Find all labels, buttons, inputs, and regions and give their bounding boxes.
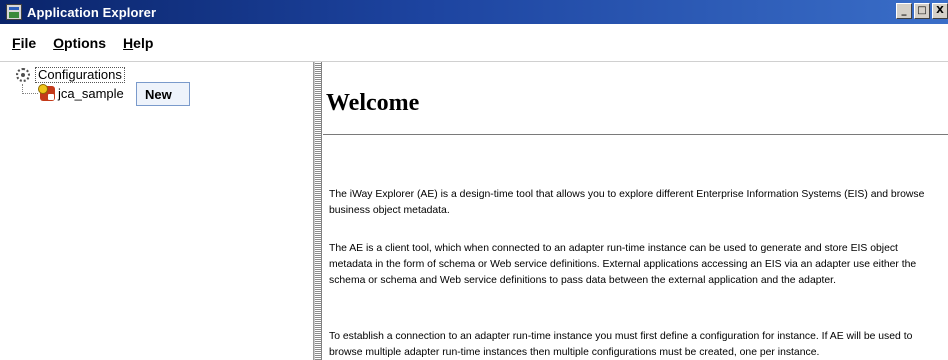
pane-splitter[interactable] [314,62,322,360]
tree-node-configurations[interactable]: Configurations [16,66,125,84]
welcome-heading: Welcome [326,90,420,116]
menu-file[interactable]: File [12,35,36,51]
context-menu: New [136,82,190,106]
welcome-pane: Welcome The iWay Explorer (AE) is a desi… [323,62,948,360]
maximize-button[interactable]: □ [914,3,930,19]
adapter-icon [38,83,55,101]
tree-connector-line [22,93,38,94]
menu-help[interactable]: Help [123,35,153,51]
menu-options[interactable]: Options [53,35,106,51]
window-title: Application Explorer [27,4,157,20]
window-controls: _ □ X [896,3,948,19]
context-menu-new[interactable]: New [145,87,172,102]
tree-pane[interactable] [0,62,314,360]
heading-divider [323,134,948,135]
tree-root-label[interactable]: Configurations [35,67,125,83]
client-tool-paragraph: The AE is a client tool, which when conn… [329,243,917,286]
menu-bar: File Options Help [0,24,948,62]
title-bar[interactable]: Application Explorer _ □ X [0,0,948,24]
close-button[interactable]: X [932,3,948,19]
intro-paragraph: The iWay Explorer (AE) is a design-time … [329,189,925,216]
tree-child-label[interactable]: jca_sample [58,86,124,101]
gear-icon [16,68,30,82]
minimize-button[interactable]: _ [896,3,912,19]
connection-paragraph: To establish a connection to an adapter … [329,331,913,358]
tree-node-jca-sample[interactable]: jca_sample [38,83,124,101]
app-icon [6,4,22,20]
